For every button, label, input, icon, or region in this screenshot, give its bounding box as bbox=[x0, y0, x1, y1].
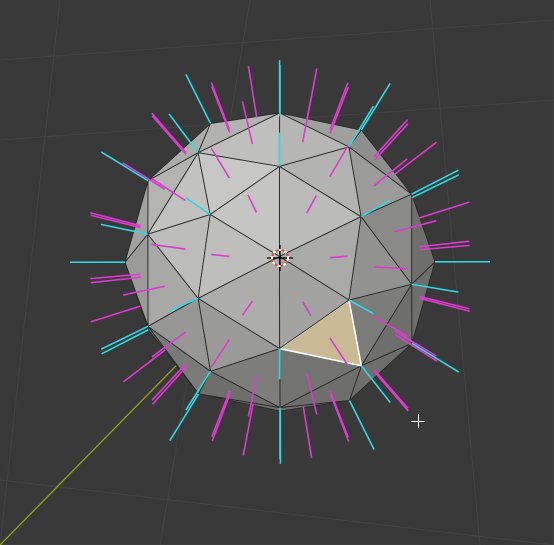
face-normal bbox=[420, 202, 470, 218]
vertex-normal bbox=[186, 74, 211, 123]
face-normal bbox=[330, 83, 348, 130]
face-normal bbox=[303, 406, 311, 458]
3d-viewport[interactable] bbox=[0, 0, 554, 545]
face-normal bbox=[374, 124, 408, 160]
face-normal bbox=[248, 66, 256, 118]
vertex-normal bbox=[102, 330, 149, 354]
face-normal bbox=[420, 296, 470, 308]
vertex-normal bbox=[349, 400, 374, 449]
face-normal bbox=[420, 298, 470, 311]
face-normal bbox=[152, 113, 186, 152]
face-normal bbox=[124, 350, 165, 382]
vertex-normal bbox=[412, 175, 459, 198]
viewport-canvas[interactable] bbox=[0, 0, 554, 545]
vertex-normal bbox=[361, 83, 390, 130]
face-normal bbox=[243, 404, 253, 455]
face-normal bbox=[374, 372, 408, 411]
face-normal bbox=[91, 306, 141, 322]
vertex-normal bbox=[101, 152, 148, 181]
face-normal bbox=[152, 116, 186, 155]
face-normal bbox=[152, 364, 186, 400]
face-normal bbox=[91, 215, 141, 227]
vertex-normal bbox=[169, 114, 198, 153]
face-normal bbox=[90, 213, 140, 226]
face-normal bbox=[395, 142, 436, 174]
face-normal bbox=[212, 394, 230, 441]
mesh-face[interactable] bbox=[125, 234, 148, 326]
vertex-normal bbox=[412, 343, 459, 372]
face-normal bbox=[374, 120, 408, 157]
vertex-normal bbox=[101, 326, 148, 349]
vertex-normal bbox=[412, 170, 459, 194]
